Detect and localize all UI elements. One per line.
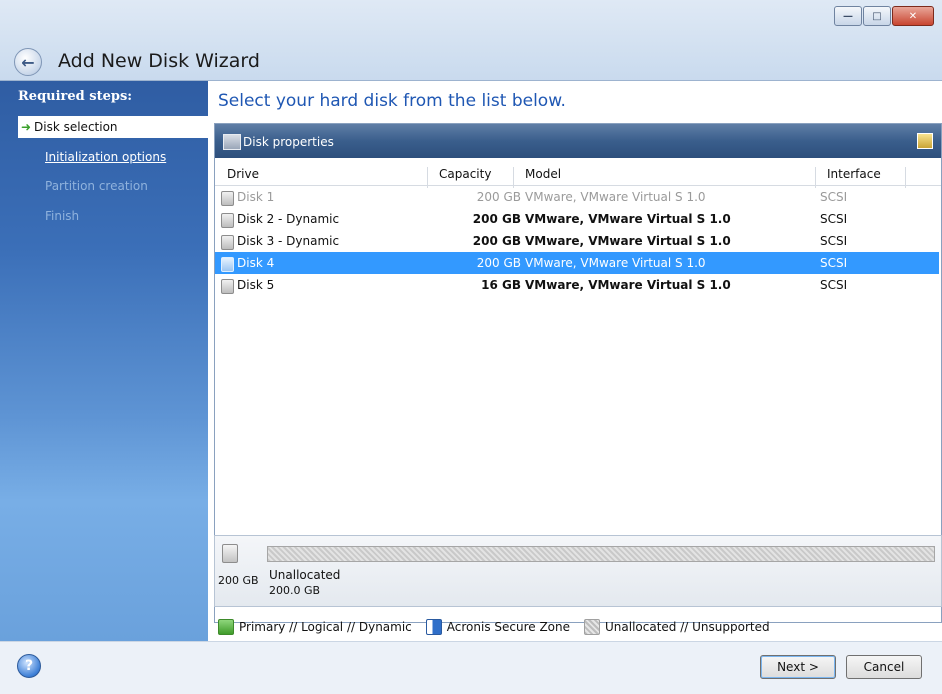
hard-disk-icon (221, 257, 234, 272)
help-icon[interactable]: ? (17, 654, 41, 678)
legend: Primary // Logical // Dynamic Acronis Se… (218, 619, 784, 635)
step-label: Disk selection (34, 120, 118, 134)
drive-cell: Disk 4 (237, 256, 275, 270)
capacity-cell: 200 GB (476, 256, 521, 270)
drive-cell: Disk 3 - Dynamic (237, 234, 340, 248)
interface-cell: SCSI (820, 234, 848, 248)
unallocated-partition-bar[interactable] (267, 546, 935, 562)
column-divider[interactable] (427, 167, 428, 188)
table-row[interactable]: Disk 1 200 GB VMware, VMware Virtual S 1… (215, 186, 939, 208)
interface-cell: SCSI (820, 212, 848, 226)
legend-item: Primary // Logical // Dynamic (218, 619, 412, 635)
capacity-cell: 200 GB (472, 234, 521, 248)
back-arrow-icon[interactable]: ← (14, 48, 42, 76)
hard-disk-icon (221, 235, 234, 250)
disk-map: 200 GB Unallocated 200.0 GB (214, 535, 942, 607)
step-partition-creation: Partition creation (45, 179, 148, 193)
secure-zone-swatch-icon (425, 619, 442, 635)
minimize-button[interactable]: — (834, 6, 862, 26)
model-cell: VMware, VMware Virtual S 1.0 (525, 234, 731, 248)
cancel-button[interactable]: Cancel (846, 655, 922, 679)
window-controls: — □ ✕ (833, 6, 934, 26)
capacity-cell: 200 GB (472, 212, 521, 226)
disk-properties-icon (223, 134, 241, 150)
legend-item: Unallocated // Unsupported (584, 619, 770, 635)
column-divider[interactable] (815, 167, 816, 188)
model-cell: VMware, VMware Virtual S 1.0 (525, 278, 731, 292)
title-bar: — □ ✕ ← Add New Disk Wizard (0, 0, 942, 81)
panel-title: Disk properties (243, 135, 334, 149)
interface-cell: SCSI (820, 190, 848, 204)
legend-label: Unallocated // Unsupported (605, 620, 770, 634)
legend-label: Primary // Logical // Dynamic (239, 620, 412, 634)
col-capacity[interactable]: Capacity (439, 167, 491, 181)
hard-disk-icon (221, 279, 234, 294)
toolbar-options-icon[interactable] (917, 133, 933, 149)
model-cell: VMware, VMware Virtual S 1.0 (525, 190, 706, 204)
partition-label: Unallocated (269, 568, 341, 582)
interface-cell: SCSI (820, 278, 848, 292)
column-headers: Drive Capacity Model Interface (215, 164, 941, 188)
capacity-cell: 200 GB (476, 190, 521, 204)
model-cell: VMware, VMware Virtual S 1.0 (525, 212, 731, 226)
next-button[interactable]: Next > (760, 655, 836, 679)
col-drive[interactable]: Drive (227, 167, 259, 181)
hard-disk-icon (221, 213, 234, 228)
step-disk-selection[interactable]: ➜ Disk selection (18, 116, 208, 138)
maximize-button[interactable]: □ (863, 6, 891, 26)
steps-header: Required steps: (18, 89, 133, 104)
close-button[interactable]: ✕ (892, 6, 934, 26)
hard-disk-icon (222, 544, 238, 563)
drive-cell: Disk 1 (237, 190, 275, 204)
step-finish: Finish (45, 209, 80, 223)
col-model[interactable]: Model (525, 167, 561, 181)
table-row-selected[interactable]: Disk 4 200 GB VMware, VMware Virtual S 1… (215, 252, 939, 274)
column-divider[interactable] (905, 167, 906, 188)
drive-cell: Disk 5 (237, 278, 275, 292)
current-step-arrow-icon: ➜ (20, 120, 32, 134)
table-row[interactable]: Disk 3 - Dynamic 200 GB VMware, VMware V… (215, 230, 939, 252)
hard-disk-icon (221, 191, 234, 206)
model-cell: VMware, VMware Virtual S 1.0 (525, 256, 706, 270)
drive-cell: Disk 2 - Dynamic (237, 212, 340, 226)
step-initialization-options[interactable]: Initialization options (18, 146, 208, 168)
capacity-cell: 16 GB (481, 278, 521, 292)
partition-size: 200.0 GB (269, 584, 321, 597)
disk-size-label: 200 GB (218, 574, 259, 587)
primary-swatch-icon (218, 619, 234, 635)
table-row[interactable]: Disk 5 16 GB VMware, VMware Virtual S 1.… (215, 274, 939, 296)
col-interface[interactable]: Interface (827, 167, 881, 181)
interface-cell: SCSI (820, 256, 848, 270)
page-heading: Select your hard disk from the list belo… (218, 91, 566, 111)
unallocated-swatch-icon (584, 619, 601, 635)
panel-header: Disk properties (215, 124, 941, 158)
column-divider[interactable] (513, 167, 514, 188)
window-title: Add New Disk Wizard (58, 50, 260, 72)
legend-label: Acronis Secure Zone (446, 620, 571, 634)
legend-item: Acronis Secure Zone (425, 619, 571, 635)
table-row[interactable]: Disk 2 - Dynamic 200 GB VMware, VMware V… (215, 208, 939, 230)
